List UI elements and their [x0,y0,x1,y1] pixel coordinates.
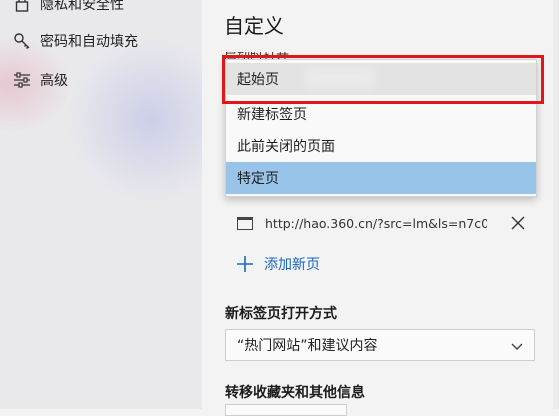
page-title: 自定义 [224,14,284,38]
close-icon [511,216,525,230]
settings-sidebar: 隐私和安全性 密码和自动填充 高级 [0,0,202,409]
startup-dropdown-list: 起始页 新建标签页 此前关闭的页面 特定页 [225,59,537,197]
sidebar-item-label: 密码和自动填充 [40,34,138,50]
new-tab-select[interactable]: “热门网站”和建议内容 [225,329,535,361]
specific-page-url: http://hao.360.cn/?src=lm&ls=n7c0cl [265,215,487,231]
new-tab-section-label: 新标签页打开方式 [225,306,337,322]
specific-page-row: http://hao.360.cn/?src=lm&ls=n7c0cl [237,208,537,238]
add-new-page-label: 添加新页 [264,257,320,273]
sidebar-item-label: 隐私和安全性 [40,0,124,13]
scrollbar[interactable] [553,0,559,409]
option-new-tab[interactable]: 新建标签页 [226,98,536,130]
transfer-button[interactable] [225,404,347,416]
sidebar-item-passwords[interactable]: 密码和自动填充 [12,28,197,54]
add-new-page-button[interactable]: 添加新页 [236,252,320,276]
remove-page-button[interactable] [509,214,527,232]
plus-icon [237,256,253,272]
key-icon [12,31,32,51]
option-start-page[interactable]: 起始页 [226,63,536,95]
chevron-down-icon [511,343,523,350]
option-specific-page[interactable]: 特定页 [226,162,536,194]
lock-icon [12,0,32,14]
option-previous-pages[interactable]: 此前关闭的页面 [226,130,536,162]
page-icon [237,216,253,230]
new-tab-select-value: “热门网站”和建议内容 [237,338,378,354]
sidebar-item-advanced[interactable]: 高级 [12,67,197,93]
redaction-blur [305,68,375,90]
transfer-section-label: 转移收藏夹和其他信息 [225,385,365,401]
sidebar-item-privacy[interactable]: 隐私和安全性 [12,0,197,17]
sliders-icon [12,70,32,90]
sidebar-item-label: 高级 [40,73,68,89]
